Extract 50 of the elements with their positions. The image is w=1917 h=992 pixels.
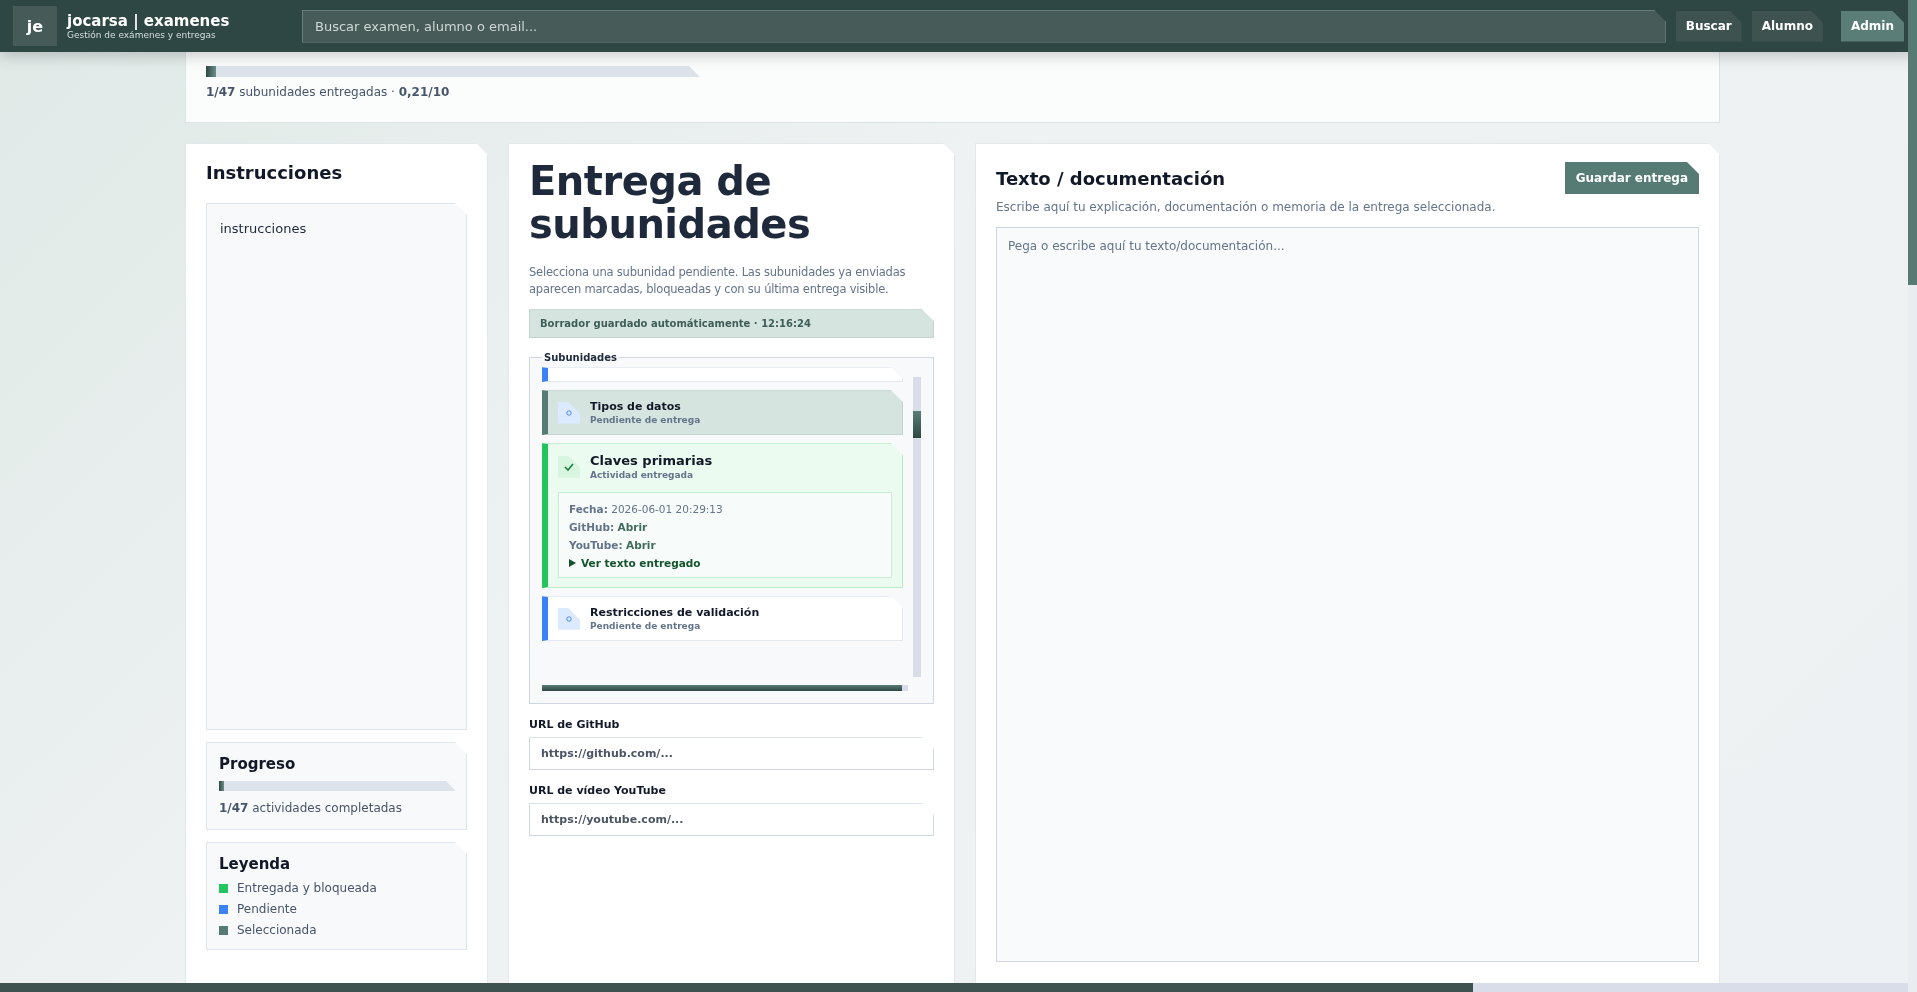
detail-link[interactable]: Abrir (617, 521, 648, 534)
save-button[interactable]: Guardar entrega (1564, 162, 1699, 194)
search-field[interactable]: Buscar examen, alumno o email... (302, 9, 1666, 43)
legend-label: Entregada y bloqueada (237, 881, 377, 895)
page-title: Entrega de subunidades (529, 160, 812, 246)
subunit-item[interactable]: Tipos de datos Pendiente de entrega (542, 390, 903, 436)
subunit-status: Actividad entregada (590, 470, 695, 481)
detail-value: 2026-06-01 20:29:13 (611, 503, 723, 516)
field-label: URL de vídeo YouTube (529, 784, 667, 798)
subunit-status: Pendiente de entrega (590, 621, 702, 632)
field-label: URL de GitHub (529, 718, 621, 732)
check-icon (558, 455, 580, 478)
subunit-status: Pendiente de entrega (590, 415, 701, 426)
page-scrollbar[interactable] (1908, 0, 1917, 992)
instructions-text: instrucciones (220, 221, 307, 236)
section-title: Texto / documentación (996, 167, 1226, 189)
progress-summary: 1/47 subunidades entregadas · 0,21/10 (206, 85, 451, 99)
subunit-title: Restricciones de validación (590, 606, 760, 620)
legend-label: Seleccionada (237, 923, 317, 937)
scrollbar[interactable] (542, 685, 908, 692)
editor-description: Escribe aquí tu explicación, documentación o memoria de la entrega seleccionada. (996, 200, 1497, 214)
caret-icon (569, 559, 576, 568)
nav-button[interactable]: Admin (1840, 10, 1904, 42)
text-editor[interactable]: Pega o escribe aquí tu texto/documentación... (996, 227, 1699, 962)
subunit-title: Tipos de datos (590, 400, 682, 414)
panel-title: Progreso (219, 755, 297, 773)
group-title: Subunidades (543, 352, 618, 364)
autosave-notice: Borrador guardado automáticamente · 12:16:24 (529, 309, 934, 339)
subunit-item[interactable]: Claves primarias Actividad entregada Fecha: 2026-06-01 20:29:13 GitHub: Abrir YouTube: Abrir Ver texto entregado (542, 443, 903, 589)
page-scrollbar[interactable] (0, 983, 1908, 992)
app-subtitle: Gestión de exámenes y entregas (67, 30, 217, 40)
detail-link[interactable]: Abrir (626, 539, 656, 552)
page-description: Selecciona una subunidad pendiente. Las subunidades ya enviadas aparecen marcadas, bloqueadas y con su última entrega visible. (529, 263, 907, 299)
nav-button[interactable]: Alumno (1751, 10, 1823, 42)
logo-badge: je (13, 6, 57, 46)
subunit-title: Claves primarias (590, 453, 713, 469)
section-title: Instrucciones (206, 162, 344, 183)
panel-title: Leyenda (219, 855, 292, 873)
url-field[interactable]: https://youtube.com/... (529, 803, 934, 837)
app-title: jocarsa | examenes (67, 12, 231, 30)
detail-label: GitHub: (569, 521, 615, 534)
progress-text: 1/47 actividades completadas (219, 801, 403, 815)
detail-label: YouTube: (569, 539, 623, 552)
scrollbar[interactable] (913, 377, 921, 678)
legend-label: Pendiente (237, 902, 297, 916)
delivered-text-toggle[interactable]: Ver texto entregado (569, 557, 701, 570)
detail-label: Fecha: (569, 503, 608, 516)
nav-button[interactable]: Buscar (1675, 10, 1742, 42)
url-field[interactable]: https://github.com/... (529, 737, 934, 771)
subunit-item[interactable]: Restricciones de validación Pendiente de entrega (542, 596, 903, 642)
